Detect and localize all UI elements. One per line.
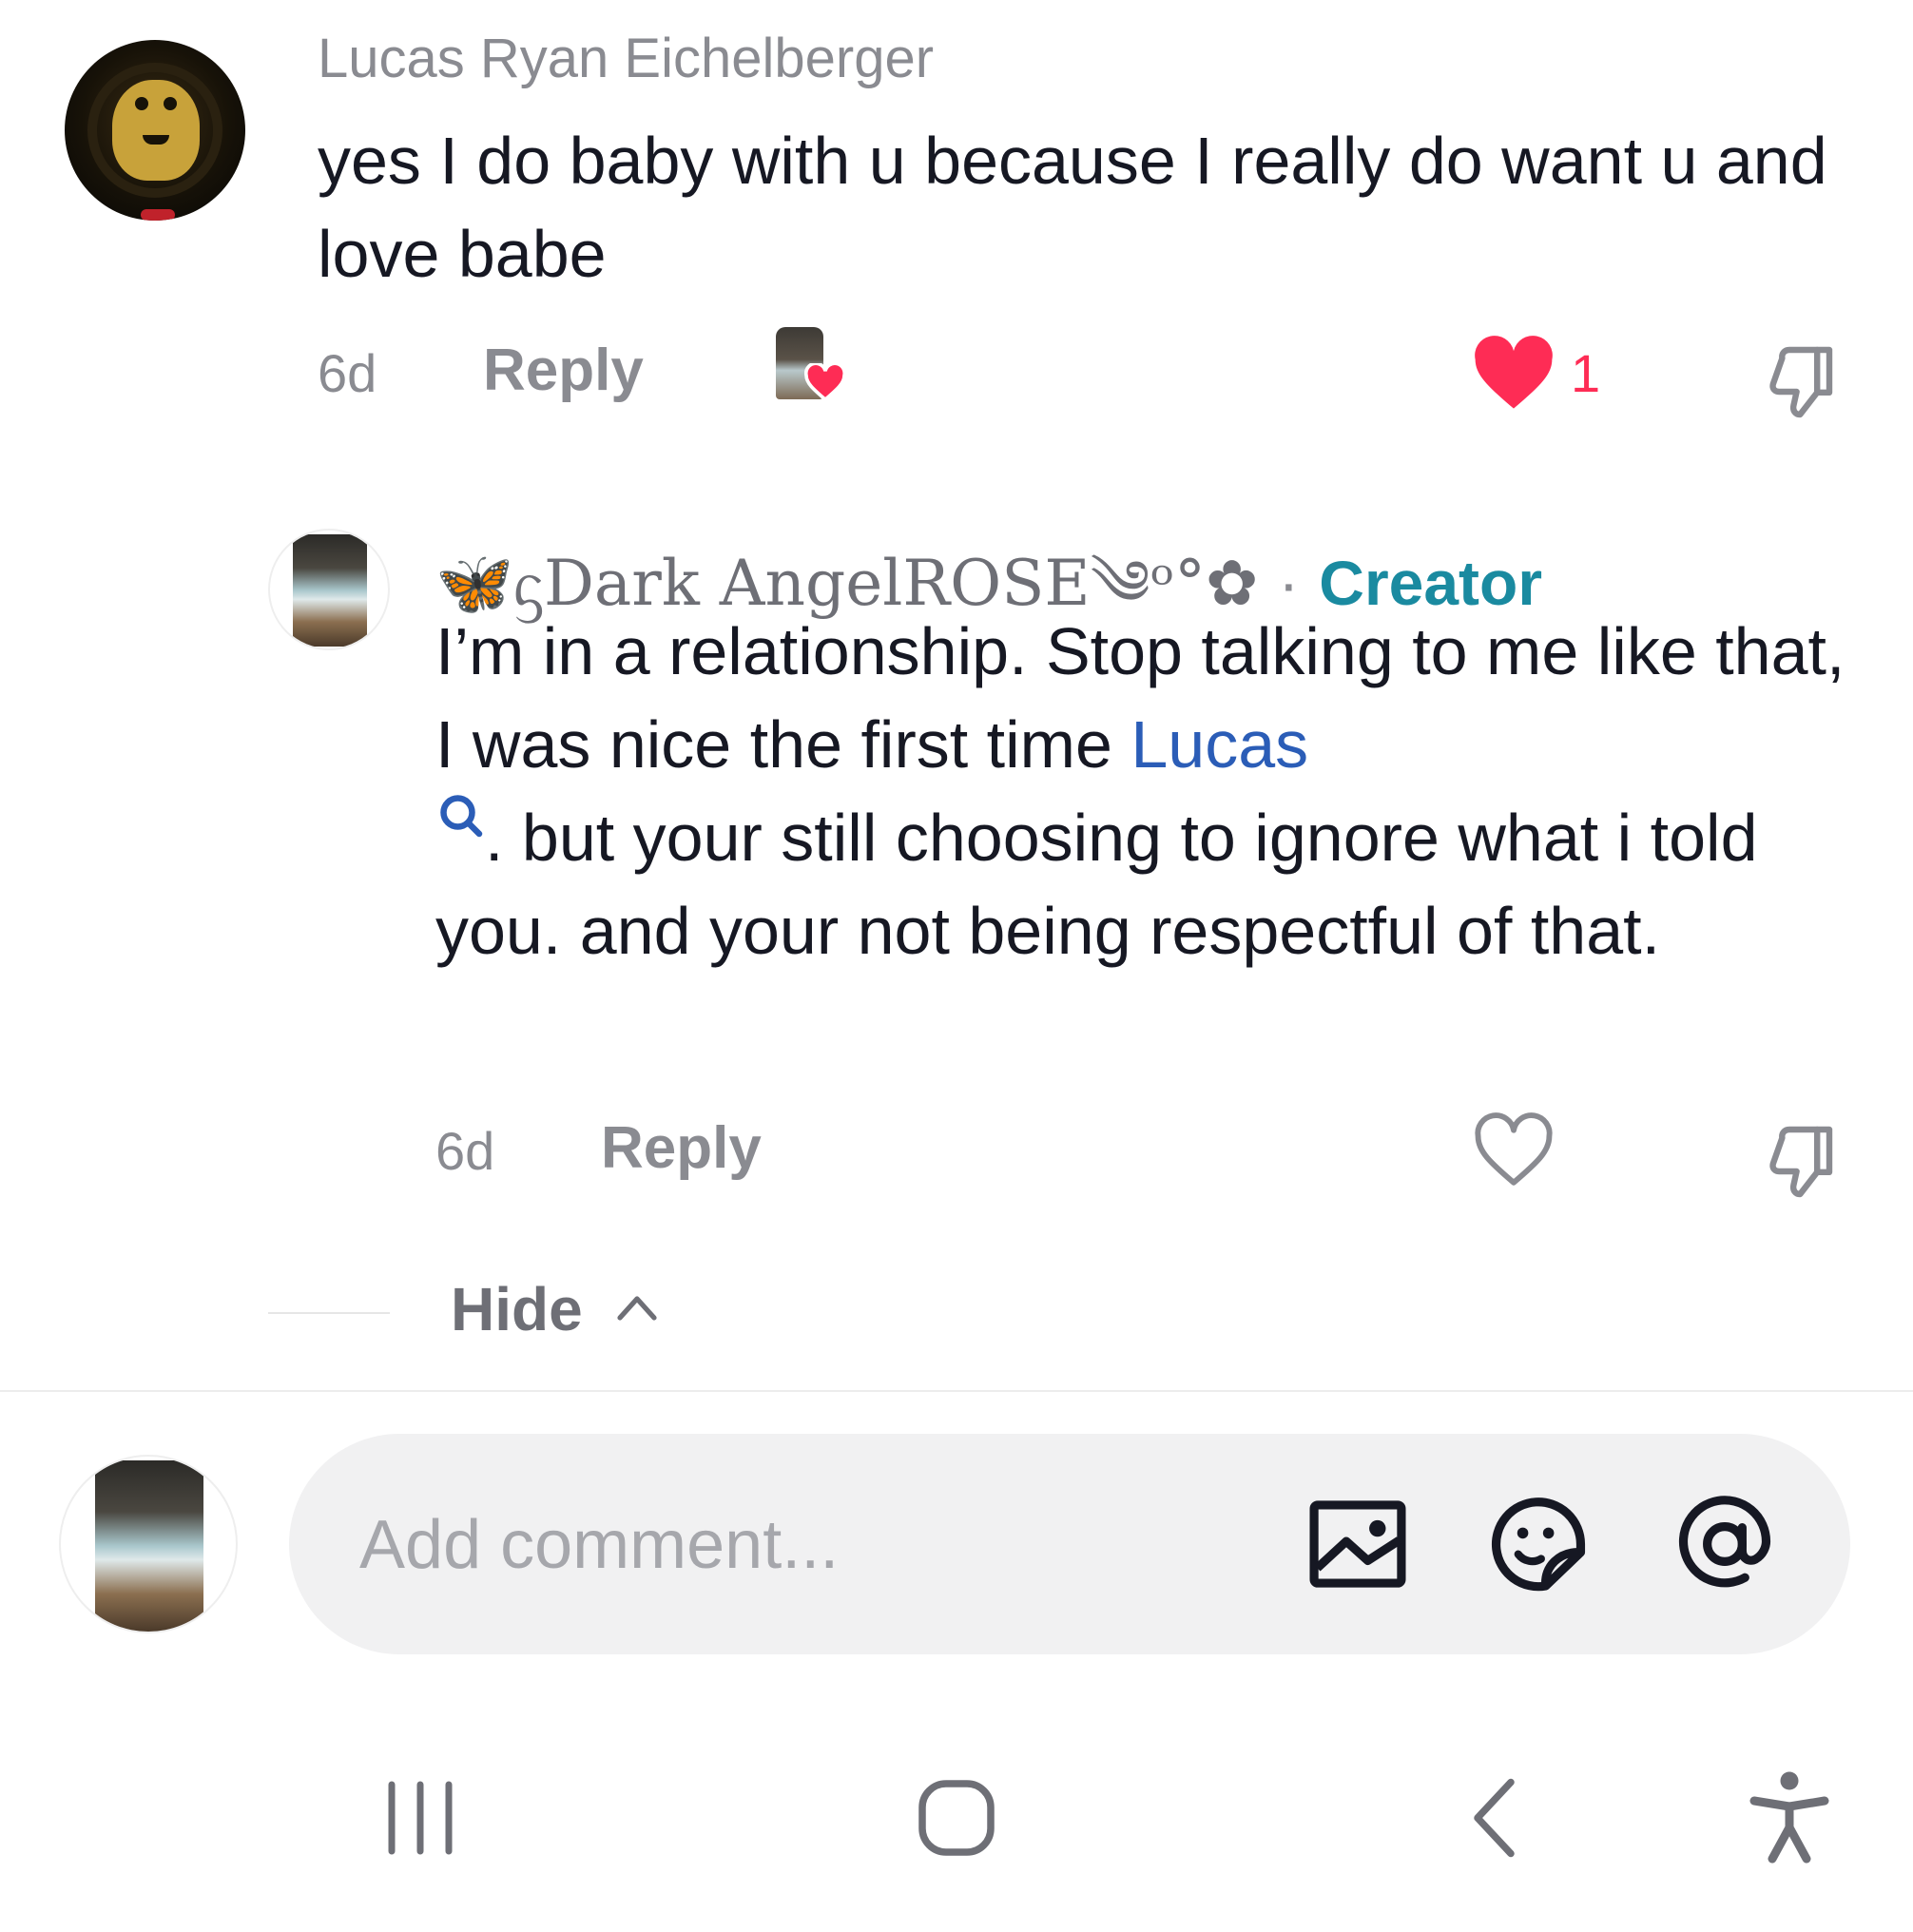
mention-link[interactable]: Lucas [1130,707,1308,782]
comment-time: 6d [318,343,377,403]
add-comment-input[interactable] [357,1489,1217,1601]
thread-line [268,1312,390,1314]
image-icon[interactable] [1303,1489,1413,1599]
hide-replies-button[interactable]: Hide [451,1274,583,1344]
comment-like-count: 1 [1571,343,1601,403]
commenter-avatar[interactable] [65,40,245,221]
self-photo [95,1460,203,1632]
self-avatar [59,1455,238,1633]
reply-text-after: . but your still choosing to ignore what… [435,801,1758,968]
emblem-eye-left [135,97,148,110]
creator-liked-heart-icon [804,363,846,401]
emblem-eye-right [164,97,177,110]
comment-like-heart-icon[interactable] [1472,335,1556,413]
reply-dislike-icon[interactable] [1753,1114,1845,1206]
recent-apps-icon[interactable] [363,1761,477,1875]
comment-dislike-icon[interactable] [1753,335,1845,426]
comment-composer [289,1434,1850,1654]
accessibility-icon[interactable] [1732,1761,1846,1875]
reply-time: 6d [435,1121,495,1181]
avatar-red-accent [141,209,175,221]
composer-divider [0,1390,1913,1392]
chevron-up-icon[interactable] [614,1289,660,1323]
creator-avatar[interactable] [268,529,390,650]
home-icon[interactable] [899,1761,1014,1875]
comment-text: yes I do baby with u because I really do… [318,124,1827,291]
creator-liked-badge [776,327,846,407]
cobra-emblem-icon [112,80,200,181]
mention-at-icon[interactable] [1670,1489,1780,1599]
reply-reply-button[interactable]: Reply [601,1114,762,1182]
reply-like-heart-outline-icon[interactable] [1472,1111,1556,1190]
commenter-username[interactable]: Lucas Ryan Eichelberger [318,27,934,90]
sticker-emoji-icon[interactable] [1483,1489,1594,1599]
back-icon[interactable] [1440,1761,1554,1875]
creator-photo [293,534,367,647]
reply-text: I’m in a relationship. Stop talking to m… [435,605,1881,977]
comment-reply-button[interactable]: Reply [483,337,644,404]
search-icon[interactable] [435,791,485,848]
